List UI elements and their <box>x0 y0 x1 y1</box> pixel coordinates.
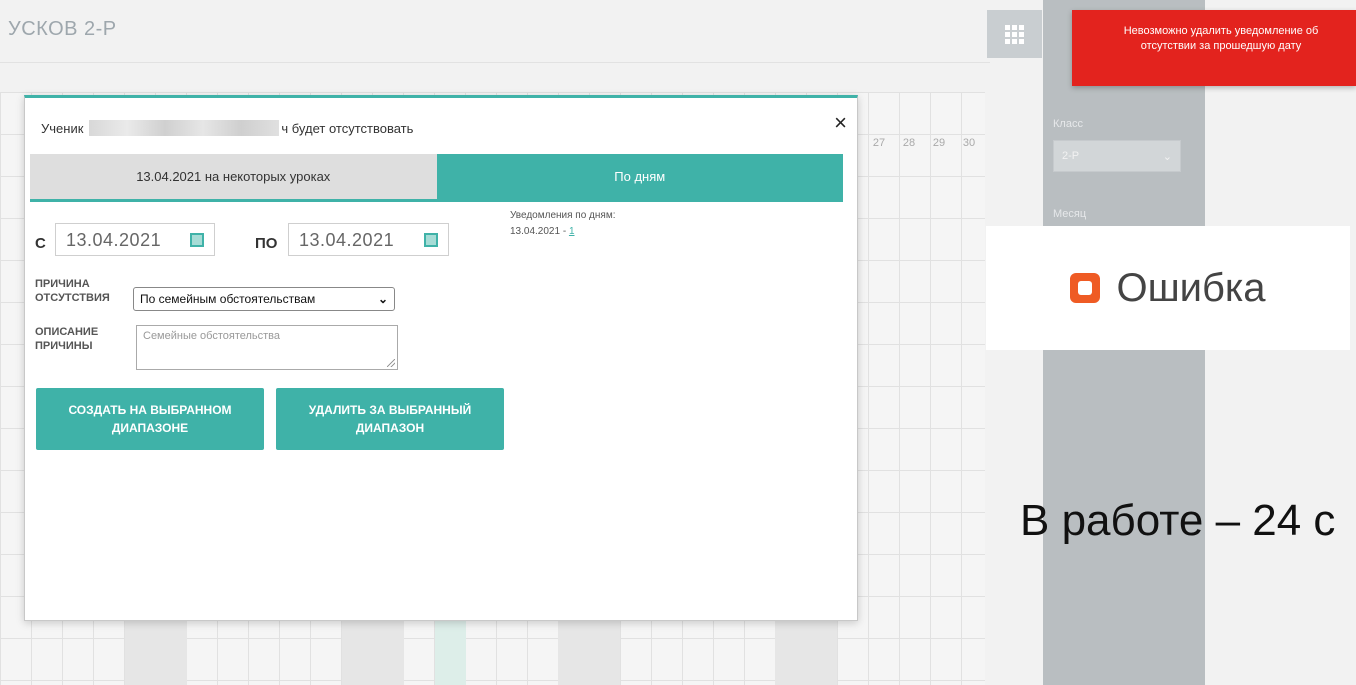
class-select[interactable]: 2-Р ⌄ <box>1053 140 1181 172</box>
description-textarea[interactable]: Семейные обстоятельства <box>136 325 398 370</box>
description-placeholder: Семейные обстоятельства <box>143 330 281 342</box>
day-number: 29 <box>932 137 946 149</box>
class-select-value: 2-Р <box>1062 150 1080 162</box>
redacted-student-name <box>89 120 280 136</box>
from-date-field[interactable]: 13.04.2021 <box>55 223 215 256</box>
reason-label: ПРИЧИНА ОТСУТСТВИЯ <box>35 278 110 304</box>
grid-cell-today <box>435 612 466 685</box>
error-square-icon <box>1070 273 1101 303</box>
grid-cell-shaded <box>775 612 837 685</box>
apps-menu-button[interactable] <box>987 10 1042 58</box>
to-label: ПО <box>255 235 278 252</box>
error-card-text: Ошибка <box>1116 265 1266 310</box>
modal-header-prefix: Ученик <box>41 120 84 136</box>
modal-header: Ученик ч будет отсутствовать <box>41 120 413 136</box>
notification-date: 13.04.2021 - <box>510 226 569 237</box>
description-label: ОПИСАНИЕ ПРИЧИНЫ <box>35 326 99 352</box>
class-label: Класс <box>1053 118 1083 130</box>
to-date-value: 13.04.2021 <box>299 230 395 250</box>
from-date-value: 13.04.2021 <box>66 230 162 250</box>
day-number: 28 <box>902 137 916 149</box>
error-card: Ошибка <box>986 226 1350 350</box>
error-toast[interactable]: Невозможно удалить уведомление об отсутс… <box>1072 10 1356 86</box>
chevron-down-icon: ⌄ <box>1162 151 1172 163</box>
day-number: 27 <box>872 137 886 149</box>
reason-select[interactable]: По семейным обстоятельствам ⌄ <box>133 287 395 311</box>
day-numbers-row: 27 28 29 30 <box>868 137 980 149</box>
absence-modal: Ученик ч будет отсутствовать × 13.04.202… <box>24 95 858 621</box>
from-label: С <box>35 235 46 252</box>
notification-count-link[interactable]: 1 <box>569 226 575 237</box>
mode-tabs: 13.04.2021 на некоторых уроках По дням <box>30 154 843 202</box>
title-divider <box>0 62 990 63</box>
notification-entry: 13.04.2021 - 1 <box>510 226 575 237</box>
grid-cell-shaded <box>342 612 404 685</box>
grid-cell-shaded <box>125 612 187 685</box>
tab-some-lessons[interactable]: 13.04.2021 на некоторых уроках <box>30 154 437 199</box>
calendar-icon[interactable] <box>190 233 204 247</box>
notifications-label: Уведомления по дням: <box>510 210 616 221</box>
close-icon[interactable]: × <box>834 112 847 134</box>
grid-menu-icon <box>1005 24 1024 44</box>
delete-range-button[interactable]: УДАЛИТЬ ЗА ВЫБРАННЫЙ ДИАПАЗОН <box>276 388 504 450</box>
tab-by-days[interactable]: По дням <box>436 154 843 199</box>
to-date-field[interactable]: 13.04.2021 <box>288 223 449 256</box>
calendar-icon[interactable] <box>424 233 438 247</box>
month-label: Месяц <box>1053 208 1087 220</box>
grid-cell-shaded <box>558 612 620 685</box>
page-title: УСКОВ 2-Р <box>8 18 117 40</box>
status-caption: В работе – 24 с <box>1020 496 1336 545</box>
day-number: 30 <box>962 137 976 149</box>
modal-header-suffix: ч будет отсутствовать <box>281 120 414 136</box>
error-toast-message: Невозможно удалить уведомление об отсутс… <box>1123 25 1319 52</box>
create-range-button[interactable]: СОЗДАТЬ НА ВЫБРАННОМ ДИАПАЗОНЕ <box>36 388 264 450</box>
chevron-down-icon: ⌄ <box>377 292 388 306</box>
reason-select-value: По семейным обстоятельствам <box>140 292 316 306</box>
